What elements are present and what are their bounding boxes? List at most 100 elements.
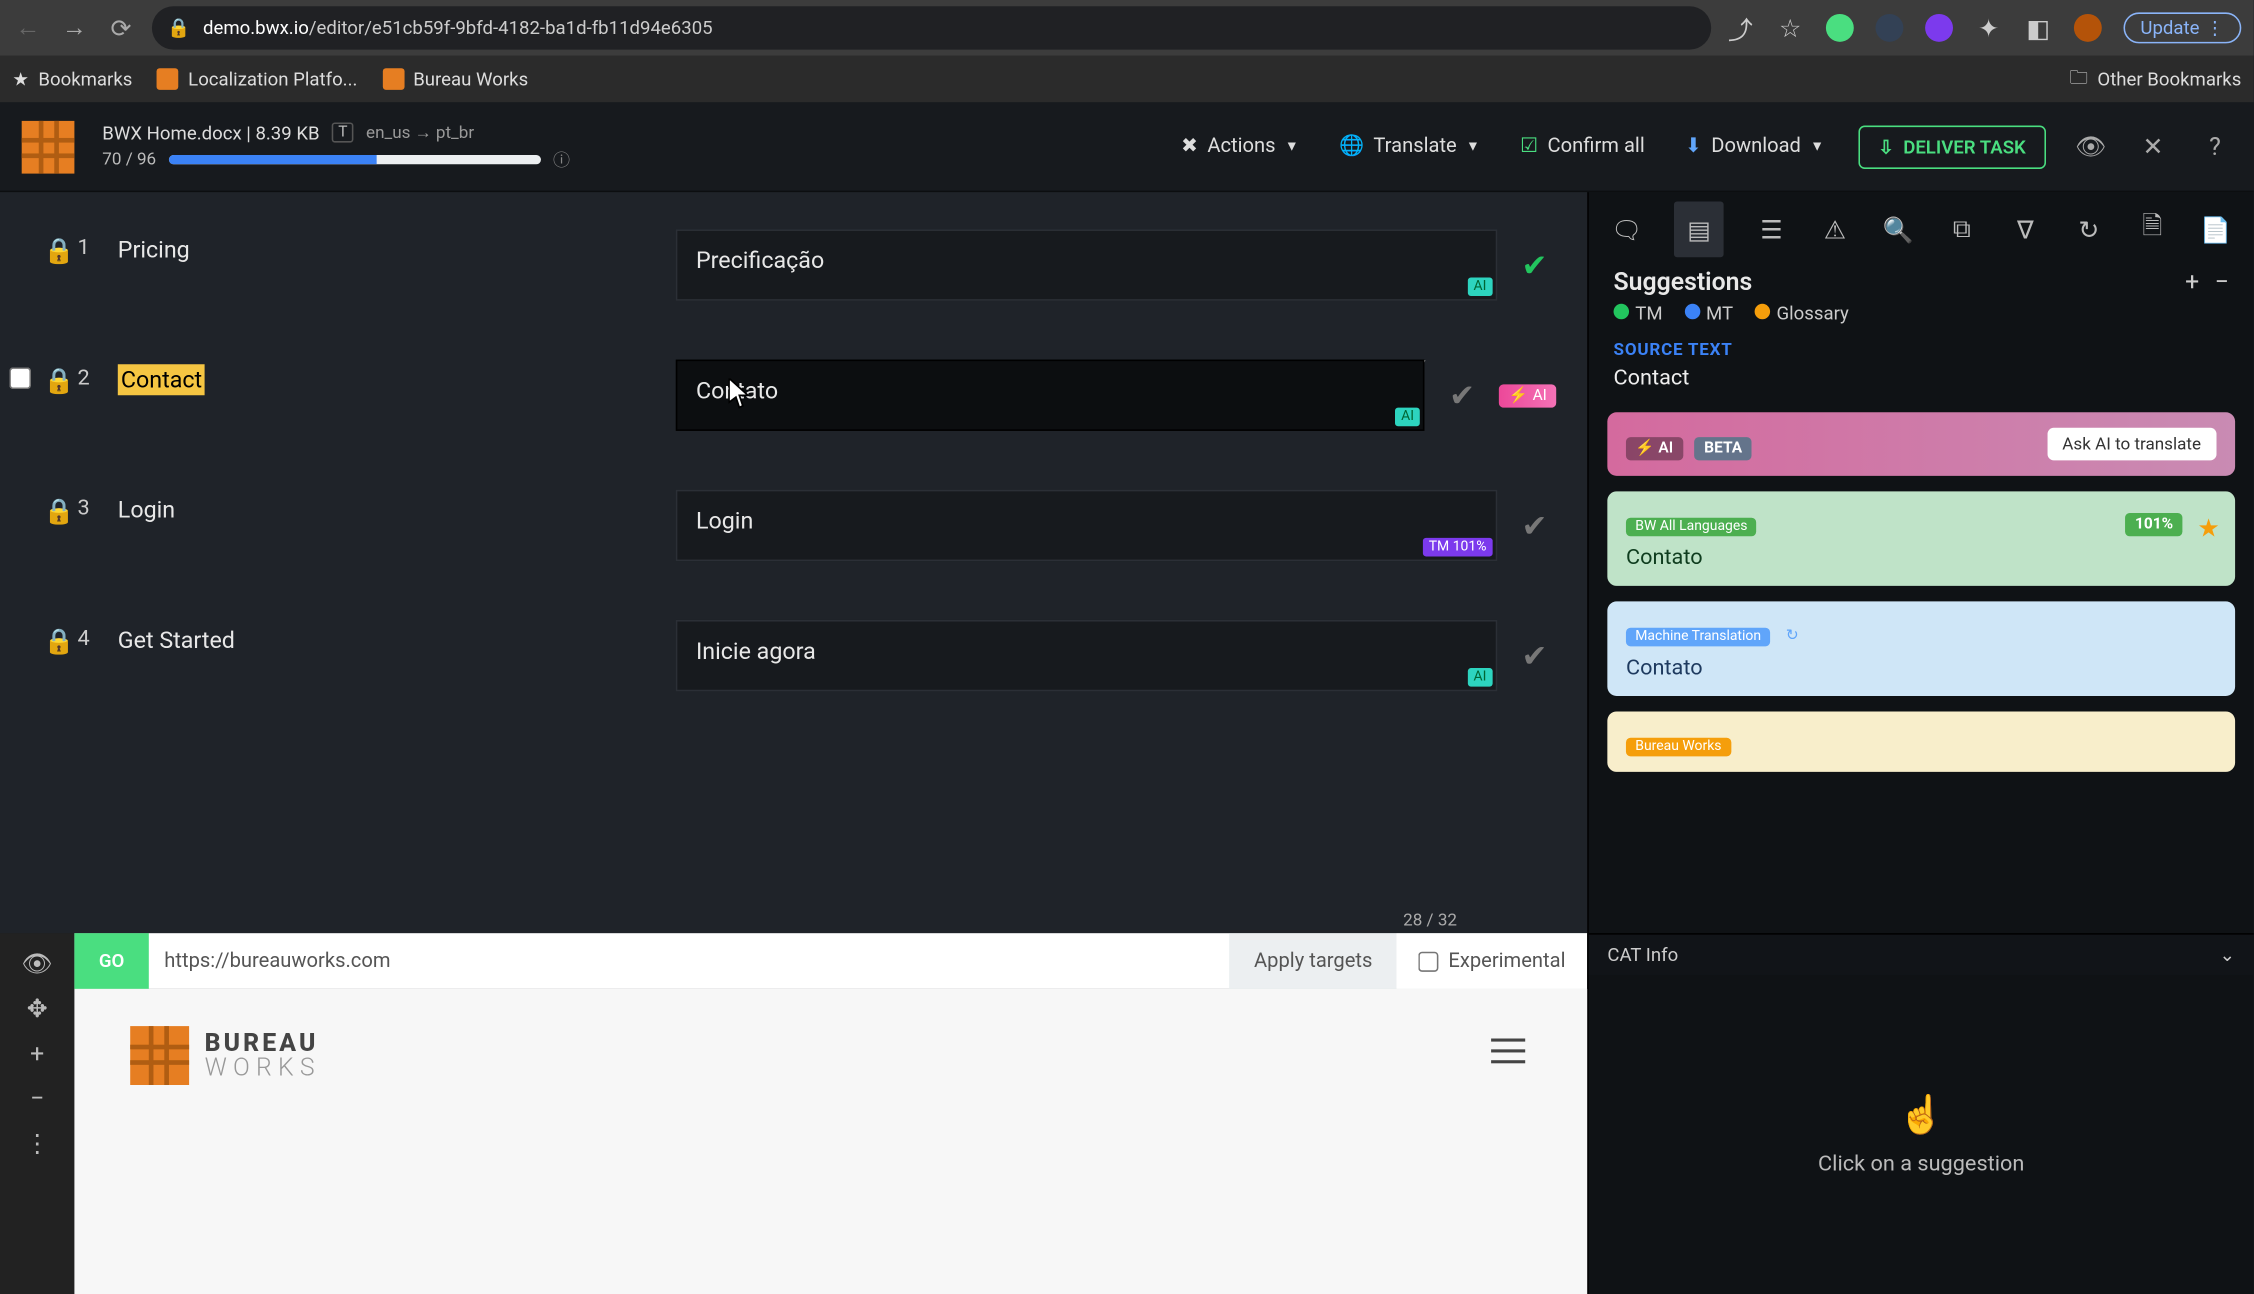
segment-checkbox[interactable] bbox=[9, 367, 31, 389]
segment-row[interactable]: 🔒 1 Pricing 7 / 12 PrecificaçãoAI ✔ bbox=[0, 214, 1587, 344]
profile-avatar[interactable] bbox=[2074, 14, 2102, 42]
search-icon[interactable]: 🔍 bbox=[1882, 202, 1914, 258]
segment-row[interactable]: 🔒 2 Contact 7 / 7 ContatoAI ✔ ⚡AI bbox=[0, 344, 1587, 474]
apply-targets-button[interactable]: Apply targets bbox=[1229, 933, 1397, 989]
add-suggestion-icon[interactable]: + bbox=[2185, 267, 2199, 296]
experimental-toggle[interactable]: Experimental bbox=[1397, 933, 1587, 989]
actions-menu[interactable]: ✖Actions▼ bbox=[1175, 129, 1305, 165]
comments-icon[interactable]: 🗨 bbox=[1610, 202, 1642, 258]
glossary-suggestion-card[interactable]: Bureau Works bbox=[1607, 711, 2235, 771]
check-icon: ☑ bbox=[1520, 135, 1538, 158]
extension-icon-3[interactable] bbox=[1925, 14, 1953, 42]
back-button[interactable]: ← bbox=[12, 12, 43, 43]
menu-dots-icon: ⋮ bbox=[2206, 17, 2225, 39]
segment-target-input[interactable]: Inicie agoraAI bbox=[676, 620, 1497, 691]
lock-icon[interactable]: 🔒 bbox=[40, 236, 77, 265]
bookmarks-menu[interactable]: ★Bookmarks bbox=[12, 68, 132, 90]
document-icon[interactable]: 🗎 bbox=[2136, 202, 2168, 258]
close-icon[interactable]: ✕ bbox=[2136, 132, 2170, 161]
info-icon[interactable]: ⓘ bbox=[553, 146, 570, 171]
remove-suggestion-icon[interactable]: − bbox=[2215, 267, 2229, 296]
list-icon[interactable]: ☰ bbox=[1755, 202, 1787, 258]
help-icon[interactable]: ? bbox=[2198, 132, 2232, 161]
visibility-icon[interactable]: 👁 bbox=[2074, 132, 2108, 161]
sidepanel-icon[interactable]: ◧ bbox=[2024, 14, 2052, 42]
ai-badge: AI bbox=[1467, 668, 1492, 687]
bookmark-star-icon[interactable]: ☆ bbox=[1776, 14, 1804, 42]
legend-mt: MT bbox=[1706, 302, 1733, 324]
go-button[interactable]: GO bbox=[74, 933, 148, 989]
download-label: Download bbox=[1711, 135, 1801, 158]
download-menu[interactable]: ⬇Download▼ bbox=[1679, 129, 1830, 165]
star-icon: ★ bbox=[12, 68, 29, 90]
mt-suggestion-card[interactable]: Machine Translation ↻ Contato bbox=[1607, 601, 2235, 696]
actions-label: Actions bbox=[1207, 135, 1275, 158]
move-icon[interactable]: ✥ bbox=[27, 994, 48, 1023]
ai-badge: AI bbox=[1395, 408, 1420, 427]
cube-icon[interactable]: ⧉ bbox=[1946, 202, 1978, 258]
extension-icon-2[interactable] bbox=[1875, 14, 1903, 42]
suggestions-tab-icon[interactable]: ▤ bbox=[1674, 202, 1724, 258]
preview-url-bar: GO https://bureauworks.com Apply targets… bbox=[74, 933, 1587, 989]
progress-text: 70 / 96 bbox=[102, 149, 156, 169]
cat-info-header[interactable]: CAT Info ⌄ bbox=[1589, 933, 2254, 975]
lock-icon[interactable]: 🔒 bbox=[40, 496, 77, 525]
bookmark-item-bureau[interactable]: Bureau Works bbox=[382, 68, 528, 90]
preview-site: BUREAU WORKS bbox=[74, 989, 1587, 1294]
visibility-toggle-icon[interactable]: 👁 bbox=[21, 949, 52, 978]
bureau-works-logo[interactable]: BUREAU WORKS bbox=[130, 1026, 1531, 1085]
target-text: Contato bbox=[696, 377, 778, 405]
refresh-icon[interactable]: ↻ bbox=[1786, 628, 1799, 645]
filter-icon[interactable]: ∇ bbox=[2009, 202, 2041, 258]
warning-icon[interactable]: ⚠ bbox=[1819, 202, 1851, 258]
glossary-source-badge: Bureau Works bbox=[1626, 738, 1731, 757]
lock-icon[interactable]: 🔒 bbox=[40, 366, 77, 395]
confirm-check-icon[interactable]: ✔ bbox=[1513, 507, 1556, 544]
confirm-check-icon[interactable]: ✔ bbox=[1440, 377, 1483, 414]
history-icon[interactable]: ↻ bbox=[2073, 202, 2105, 258]
zoom-out-icon[interactable]: − bbox=[30, 1083, 44, 1112]
segment-row[interactable]: 🔒 3 Login 5 / 5 LoginTM 101% ✔ bbox=[0, 474, 1587, 604]
confirm-check-icon[interactable]: ✔ bbox=[1513, 246, 1556, 283]
deliver-icon: ⇩ bbox=[1878, 136, 1894, 158]
forward-button[interactable]: → bbox=[59, 12, 90, 43]
zoom-in-icon[interactable]: + bbox=[30, 1039, 44, 1068]
bookmark-item-localization[interactable]: Localization Platfo... bbox=[157, 68, 357, 90]
ask-ai-button[interactable]: Ask AI to translate bbox=[2047, 428, 2217, 461]
filename: BWX Home.docx | 8.39 KB bbox=[102, 122, 319, 144]
reload-button[interactable]: ⟳ bbox=[105, 12, 136, 43]
suggestions-header: Suggestions + − TM MT Glossary SOURCE TE… bbox=[1589, 267, 2254, 397]
cat-info-label: CAT Info bbox=[1607, 944, 1678, 966]
update-button[interactable]: Update ⋮ bbox=[2123, 12, 2241, 43]
more-icon[interactable]: ⋮ bbox=[25, 1128, 50, 1157]
translate-menu[interactable]: 🌐Translate▼ bbox=[1333, 129, 1486, 165]
tm-suggestion-card[interactable]: BW All Languages 101% ★ Contato bbox=[1607, 491, 2235, 586]
ai-suggestion-card[interactable]: ⚡ AI BETA Ask AI to translate bbox=[1607, 412, 2235, 476]
segment-row[interactable]: 🔒 4 Get Started 11 / 12 Inicie agoraAI ✔ bbox=[0, 605, 1587, 735]
confirm-all-button[interactable]: ☑Confirm all bbox=[1514, 129, 1651, 165]
confirm-check-icon[interactable]: ✔ bbox=[1513, 637, 1556, 674]
mt-source-badge: Machine Translation bbox=[1626, 628, 1770, 647]
segment-target-input[interactable]: Contato AI bbox=[676, 360, 1425, 431]
segment-target-input[interactable]: LoginTM 101% bbox=[676, 490, 1497, 561]
address-bar[interactable]: 🔒 demo.bwx.io/editor/e51cb59f-9bfd-4182-… bbox=[152, 6, 1711, 49]
chevron-down-icon: ▼ bbox=[1466, 138, 1480, 155]
lock-icon: 🔒 bbox=[167, 17, 190, 39]
lock-icon[interactable]: 🔒 bbox=[40, 626, 77, 655]
extension-icon-1[interactable] bbox=[1826, 14, 1854, 42]
ai-pill[interactable]: ⚡AI bbox=[1499, 384, 1556, 407]
extensions-icon[interactable]: ✦ bbox=[1975, 14, 2003, 42]
bookmark-label: Localization Platfo... bbox=[188, 68, 357, 90]
hamburger-menu-icon[interactable] bbox=[1491, 1039, 1525, 1064]
deliver-task-button[interactable]: ⇩ DELIVER TASK bbox=[1858, 125, 2046, 168]
chevron-down-icon: ▼ bbox=[1285, 138, 1299, 155]
share-icon[interactable]: ⤴ bbox=[1727, 14, 1755, 42]
deliver-label: DELIVER TASK bbox=[1903, 136, 2026, 158]
segment-target-input[interactable]: PrecificaçãoAI bbox=[676, 229, 1497, 300]
preview-url-input[interactable]: https://bureauworks.com bbox=[149, 949, 1229, 972]
other-bookmarks[interactable]: 🗀Other Bookmarks bbox=[2069, 63, 2241, 96]
source-text-value: Contact bbox=[1614, 366, 2229, 391]
file-icon[interactable]: 📄 bbox=[2199, 202, 2231, 258]
experimental-checkbox[interactable] bbox=[1419, 951, 1439, 971]
brand-logo[interactable] bbox=[22, 120, 75, 173]
